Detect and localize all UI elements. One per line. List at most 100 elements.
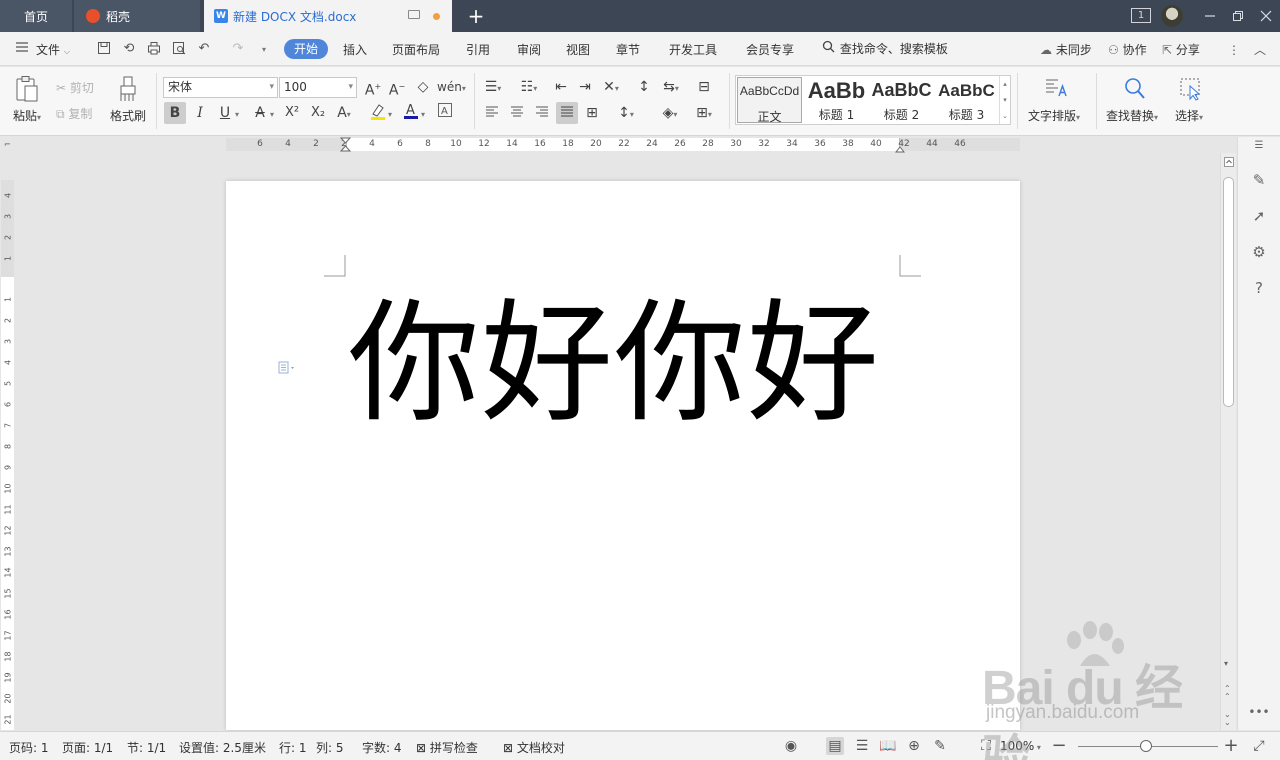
collapse-ribbon-icon[interactable]: ︿ (1254, 40, 1266, 60)
close-icon[interactable] (1250, 0, 1280, 32)
italic-icon[interactable]: I (189, 102, 211, 124)
text-layout-button[interactable]: 文字排版▾ (1028, 107, 1080, 124)
print-icon[interactable] (146, 41, 162, 57)
align-right-icon[interactable] (531, 102, 553, 124)
vertical-ruler[interactable]: 4 3 2 1 1 2 3 4 5 6 7 8 9 10 11 12 13 14 15 16 17 18 19 20 21 (0, 153, 16, 730)
font-name-select[interactable]: 宋体 ▾ (163, 77, 278, 98)
scroll-top-icon[interactable] (1224, 156, 1234, 167)
font-size-select[interactable]: 100 ▾ (279, 77, 357, 98)
format-painter-button[interactable]: 格式刷 (110, 107, 146, 124)
share-button[interactable]: ⇱ 分享 (1162, 40, 1200, 60)
menu-tab-section[interactable]: 章节 (616, 40, 640, 60)
status-row[interactable]: 行: 1 (279, 739, 307, 756)
borders-icon[interactable]: ⊞▾ (693, 102, 715, 124)
format-painter-icon[interactable] (117, 75, 141, 103)
chevron-down-icon[interactable]: ▾ (385, 102, 395, 124)
sync-button[interactable]: ☁ 未同步 (1040, 40, 1092, 60)
style-heading-3[interactable]: AaBbC 标题 3 (934, 76, 999, 124)
prev-page-icon[interactable]: ⌃ ⌃ (1224, 685, 1231, 701)
find-replace-button[interactable]: 查找替换▾ (1106, 107, 1158, 124)
select-arrow-icon[interactable]: ➚ (1248, 205, 1270, 227)
sidebar-menu-icon[interactable]: ☰ (1248, 141, 1270, 151)
paragraph-layout-icon[interactable] (278, 361, 294, 377)
tab-stop-icon[interactable]: ⌐ (4, 140, 11, 149)
tab-home[interactable]: 首页 (0, 0, 72, 32)
menu-tab-view[interactable]: 视图 (566, 40, 590, 60)
save-icon[interactable] (96, 41, 112, 57)
copy-button[interactable]: ⧉ 复制 (56, 105, 92, 122)
chinese-layout-icon[interactable]: ✕▾ (600, 76, 622, 98)
page-view-icon[interactable]: ▤ (826, 737, 844, 755)
phonetic-guide-icon[interactable]: wén▾ (437, 76, 466, 98)
status-word-count[interactable]: 字数: 4 (362, 739, 402, 756)
document-body-text[interactable]: 你好你好 (348, 289, 880, 439)
zoom-out-icon[interactable]: − (1050, 737, 1068, 755)
style-heading-2[interactable]: AaBbC 标题 2 (869, 76, 934, 124)
select-cursor-icon[interactable] (1178, 76, 1204, 102)
grow-font-icon[interactable]: A+ (362, 76, 384, 99)
hamburger-menu-icon[interactable] (14, 41, 30, 57)
file-menu[interactable]: 文件 ⌵ (36, 40, 70, 60)
style-normal[interactable]: AaBbCcDd 正文 (737, 77, 802, 124)
clipboard-icon[interactable] (14, 75, 42, 103)
status-pages[interactable]: 页面: 1/1 (62, 739, 113, 756)
document-page[interactable]: 你好你好 (226, 181, 1020, 730)
avatar[interactable] (1161, 5, 1183, 27)
redo-icon[interactable]: ↷ (230, 41, 246, 57)
align-center-icon[interactable] (506, 102, 528, 124)
distributed-align-icon[interactable]: ⊞ (581, 102, 603, 124)
status-column[interactable]: 列: 5 (316, 739, 344, 756)
undo-icon[interactable]: ↶ (196, 41, 212, 57)
style-heading-1[interactable]: AaBb 标题 1 (804, 76, 869, 124)
line-spacing-icon[interactable]: ↕▾ (615, 102, 637, 124)
tab-document[interactable]: W 新建 DOCX 文档.docx (204, 0, 452, 32)
bold-icon[interactable]: B (164, 102, 186, 124)
scrollbar-thumb[interactable] (1223, 177, 1234, 407)
numbered-list-icon[interactable]: ☷▾ (518, 76, 540, 98)
indent-marker-icon[interactable] (339, 137, 352, 153)
more-options-icon[interactable]: ⋮ (1228, 40, 1240, 60)
status-page-number[interactable]: 页码: 1 (9, 739, 49, 756)
increase-indent-icon[interactable]: ⇥ (574, 76, 596, 98)
zoom-in-icon[interactable]: + (1222, 737, 1240, 755)
web-view-icon[interactable]: ⊕ (905, 737, 923, 755)
doc-proof-button[interactable]: ⊠ 文档校对 (503, 739, 565, 756)
status-setting[interactable]: 设置值: 2.5厘米 (179, 739, 266, 756)
print-preview-icon[interactable] (171, 41, 187, 57)
customize-toolbar-icon[interactable]: ▾ (256, 41, 272, 57)
eye-protection-icon[interactable]: ◉ (782, 737, 800, 755)
new-tab-button[interactable]: + (462, 3, 490, 29)
menu-tab-start[interactable]: 开始 (284, 39, 329, 59)
tab-daoke[interactable]: 稻壳 (74, 0, 200, 32)
show-marks-icon[interactable]: ⇆▾ (660, 76, 682, 98)
zoom-level[interactable]: 100% ▾ (1000, 739, 1041, 753)
align-justify-icon[interactable] (556, 102, 578, 124)
shading-icon[interactable]: ◈▾ (659, 102, 681, 124)
fullscreen-icon[interactable]: ⤢ (1250, 737, 1268, 755)
decrease-indent-icon[interactable]: ⇤ (550, 76, 572, 98)
reading-view-icon[interactable]: 📖 (879, 737, 897, 755)
paste-button[interactable]: 粘贴▾ (13, 107, 41, 124)
clear-format-icon[interactable]: ◇ (412, 76, 434, 98)
menu-tab-member[interactable]: 会员专享 (746, 40, 794, 60)
menu-tab-review[interactable]: 审阅 (517, 40, 541, 60)
superscript-icon[interactable]: X² (281, 102, 303, 124)
text-effect-icon[interactable]: A▾ (333, 102, 355, 124)
cut-button[interactable]: ✂ 剪切 (56, 79, 94, 96)
table-tool-icon[interactable]: ⊟ (693, 76, 715, 98)
text-layout-icon[interactable] (1043, 76, 1069, 102)
styles-scroll[interactable]: ▴ ▾ ⌄ (999, 76, 1010, 124)
status-section[interactable]: 节: 1/1 (127, 739, 166, 756)
vertical-scrollbar[interactable]: ▾ ⌃ ⌃ ⌄ ⌄ (1220, 153, 1236, 730)
search-command[interactable]: 查找命令、搜索模板 (822, 40, 948, 57)
search-icon[interactable] (1122, 76, 1148, 102)
window-count-badge[interactable]: 1 (1131, 8, 1151, 23)
chevron-down-icon[interactable]: ▾ (267, 102, 277, 124)
chevron-down-icon[interactable]: ▾ (418, 102, 428, 124)
settings-sliders-icon[interactable]: ⚙ (1248, 241, 1270, 263)
fit-page-icon[interactable]: ⛶ (977, 737, 995, 755)
chevron-down-icon[interactable]: ▾ (232, 102, 242, 124)
share-doc-icon[interactable]: ⟲ (121, 41, 137, 57)
help-icon[interactable]: ? (1248, 277, 1270, 299)
more-icon[interactable]: ••• (1248, 701, 1270, 723)
